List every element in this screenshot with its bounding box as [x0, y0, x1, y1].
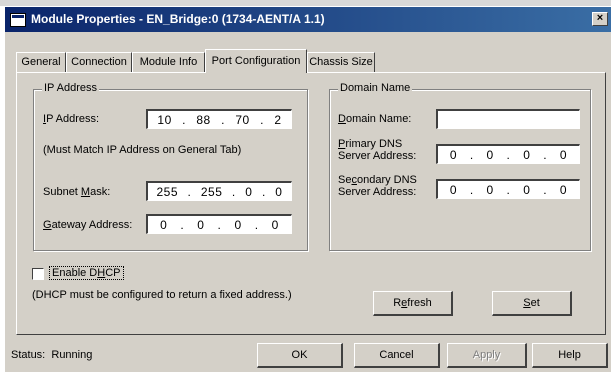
status-text: Status: Running — [11, 349, 92, 361]
refresh-button[interactable]: Refresh — [373, 291, 453, 316]
subnet-mask-field[interactable]: 255. 255. 0. 0 — [146, 181, 292, 201]
enable-dhcp-label[interactable]: Enable DHCP — [49, 266, 124, 280]
ip-octet-1: 10 — [157, 112, 172, 127]
close-button[interactable]: × — [592, 12, 608, 26]
primary-dns-field[interactable]: 0. 0. 0. 0 — [436, 144, 580, 164]
ip-octet-3: 70 — [235, 112, 250, 127]
enable-dhcp-checkbox[interactable] — [32, 268, 44, 280]
ok-button[interactable]: OK — [257, 343, 343, 368]
tab-general[interactable]: General — [16, 52, 66, 72]
ip-address-field[interactable]: 10. 88. 70. 2 — [146, 109, 292, 129]
ip-octet-4: 2 — [274, 112, 282, 127]
gateway-octet-4: 0 — [271, 217, 279, 232]
primary-dns-octet-1: 0 — [449, 147, 458, 162]
domain-name-group-title: Domain Name — [338, 82, 413, 94]
title-bar[interactable]: Module Properties - EN_Bridge:0 (1734-AE… — [5, 7, 611, 32]
tab-connection[interactable]: Connection — [66, 52, 132, 72]
ip-address-group-title: IP Address — [42, 82, 99, 94]
subnet-mask-label: Subnet Mask: — [43, 186, 111, 198]
gateway-octet-2: 0 — [197, 217, 205, 232]
primary-dns-octet-3: 0 — [523, 147, 531, 162]
secondary-dns-octet-1: 0 — [449, 182, 458, 197]
port-configuration-panel: IP Address IP Address: 10. 88. 70. 2 (Mu… — [16, 72, 606, 335]
secondary-dns-octet-2: 0 — [486, 182, 494, 197]
domain-name-label: Domain Name: — [338, 113, 412, 125]
cancel-button[interactable]: Cancel — [354, 343, 440, 368]
status-value: Running — [51, 349, 93, 361]
gateway-octet-3: 0 — [234, 217, 242, 232]
help-button[interactable]: Help — [532, 343, 608, 368]
tab-module-info[interactable]: Module Info — [132, 52, 205, 72]
status-label: Status: — [11, 349, 46, 361]
subnet-octet-1: 255 — [156, 184, 179, 199]
window-title: Module Properties - EN_Bridge:0 (1734-AE… — [31, 12, 325, 26]
window-icon — [10, 13, 26, 27]
subnet-octet-4: 0 — [275, 184, 283, 199]
subnet-octet-3: 0 — [245, 184, 253, 199]
module-properties-dialog: Module Properties - EN_Bridge:0 (1734-AE… — [4, 6, 611, 372]
ip-address-label: IP Address: — [43, 113, 100, 125]
ip-octet-2: 88 — [196, 112, 211, 127]
primary-dns-octet-2: 0 — [486, 147, 494, 162]
gateway-octet-1: 0 — [160, 217, 168, 232]
gateway-address-field[interactable]: 0. 0. 0. 0 — [146, 214, 292, 234]
subnet-octet-2: 255 — [200, 184, 223, 199]
domain-name-input[interactable] — [436, 109, 580, 129]
tab-chassis-size[interactable]: Chassis Size — [307, 52, 375, 72]
must-match-note: (Must Match IP Address on General Tab) — [43, 144, 242, 156]
ip-address-label-text: P Address: — [46, 113, 100, 125]
secondary-dns-octet-3: 0 — [523, 182, 531, 197]
secondary-dns-octet-4: 0 — [559, 182, 568, 197]
apply-button[interactable]: Apply — [447, 343, 527, 368]
dhcp-note: (DHCP must be configured to return a fix… — [32, 289, 292, 301]
primary-dns-octet-4: 0 — [559, 147, 568, 162]
secondary-dns-field[interactable]: 0. 0. 0. 0 — [436, 179, 580, 199]
primary-dns-label: Primary DNS Server Address: — [338, 138, 417, 162]
gateway-address-label: Gateway Address: — [43, 219, 133, 231]
secondary-dns-label: Secondary DNS Server Address: — [338, 174, 417, 198]
set-button[interactable]: Set — [492, 291, 572, 316]
tab-port-configuration[interactable]: Port Configuration — [205, 49, 307, 73]
